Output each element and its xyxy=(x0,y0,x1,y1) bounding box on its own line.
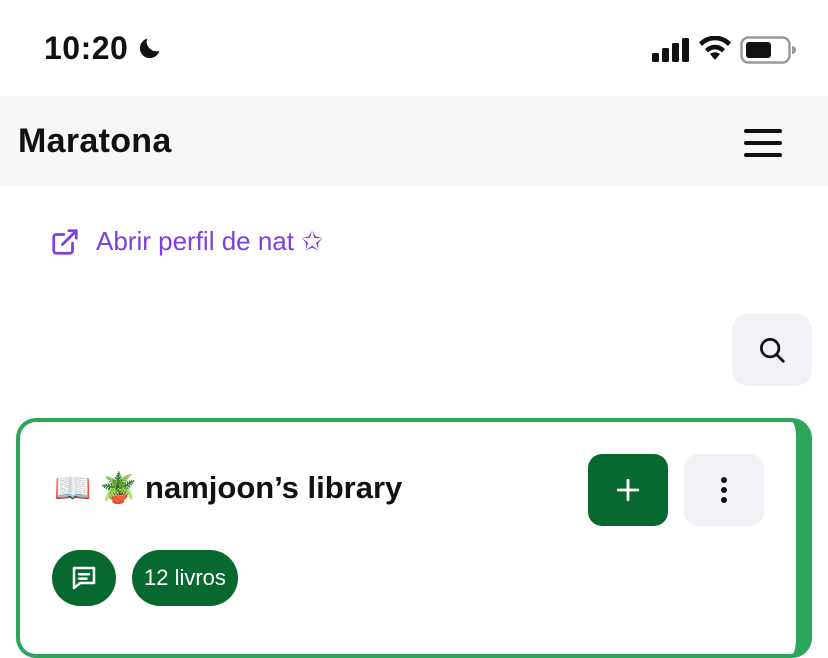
menu-button[interactable] xyxy=(744,127,784,159)
plus-icon xyxy=(616,478,640,502)
more-vertical-icon xyxy=(721,477,727,503)
external-link-icon xyxy=(52,228,78,255)
status-time: 10:20 xyxy=(44,30,129,66)
wifi-icon xyxy=(699,36,731,60)
add-book-button[interactable] xyxy=(588,454,668,526)
library-title-row: 📖 🪴 namjoon’s library xyxy=(54,470,402,506)
search-icon xyxy=(760,338,785,363)
hamburger-line xyxy=(744,129,782,133)
search-button[interactable] xyxy=(732,314,812,386)
moon-icon xyxy=(139,38,160,59)
comments-button[interactable] xyxy=(52,550,116,606)
library-title[interactable]: namjoon’s library xyxy=(145,470,402,506)
brand-logo[interactable]: Maratona xyxy=(18,122,172,161)
open-profile-label: Abrir perfil de nat ✩ xyxy=(96,226,323,256)
open-profile-link[interactable]: Abrir perfil de nat ✩ xyxy=(50,226,323,257)
message-icon xyxy=(72,566,96,590)
signal-icon xyxy=(652,38,689,62)
hamburger-line xyxy=(744,141,782,145)
library-emoji: 📖 🪴 xyxy=(54,471,138,505)
more-options-button[interactable] xyxy=(684,454,764,526)
hamburger-line xyxy=(744,153,782,157)
book-count-badge: 12 livros xyxy=(132,550,238,606)
battery-icon xyxy=(740,36,796,64)
